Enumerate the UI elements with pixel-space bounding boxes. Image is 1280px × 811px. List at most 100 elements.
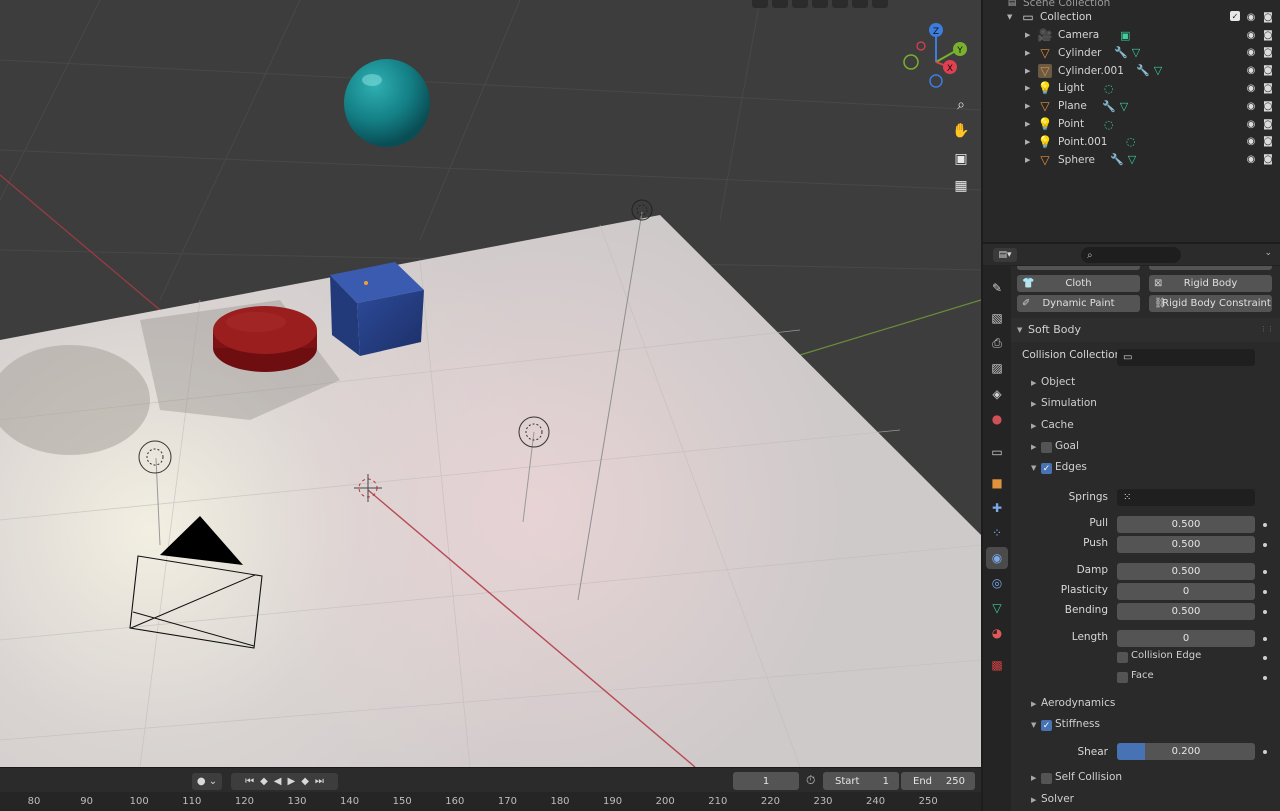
simulation-subpanel[interactable]: Simulation bbox=[1041, 397, 1097, 409]
eye-icon[interactable]: ◉ bbox=[1245, 154, 1257, 166]
eye-icon[interactable]: ◉ bbox=[1245, 47, 1257, 59]
3d-viewport[interactable]: Z Y X ⌕ ✋ ▣ ▦ bbox=[0, 0, 981, 767]
shading-rendered-icon[interactable] bbox=[872, 0, 888, 8]
shading-solid-icon[interactable] bbox=[832, 0, 848, 8]
expand-arrow-icon[interactable]: ▶ bbox=[1031, 379, 1036, 387]
wrench-icon[interactable]: 🔧 bbox=[1102, 100, 1116, 113]
output-tab-icon[interactable]: ⎙ bbox=[986, 332, 1008, 354]
collision-collection-field[interactable]: ▭ bbox=[1117, 349, 1255, 366]
wrench-icon[interactable]: 🔧 bbox=[1110, 153, 1124, 166]
expand-arrow-icon[interactable]: ▶ bbox=[1025, 31, 1030, 39]
render-camera-icon[interactable]: ◙ bbox=[1262, 82, 1274, 94]
mesh-data-icon[interactable]: ▽ bbox=[1120, 100, 1128, 113]
goal-subpanel[interactable]: Goal bbox=[1055, 440, 1079, 452]
object-tab-icon[interactable]: ■ bbox=[986, 472, 1008, 494]
viewport-header-tools[interactable] bbox=[752, 0, 888, 8]
shading-material-icon[interactable] bbox=[852, 0, 868, 8]
jump-end-icon[interactable]: ⏭ bbox=[315, 776, 324, 787]
expand-arrow-icon[interactable]: ▶ bbox=[1031, 443, 1036, 451]
play-reverse-icon[interactable]: ◀ bbox=[274, 776, 282, 787]
keyframe-dot[interactable] bbox=[1263, 523, 1267, 527]
view-layer-tab-icon[interactable]: ▨ bbox=[986, 357, 1008, 379]
collection-checkbox[interactable]: ✓ bbox=[1230, 11, 1240, 21]
select-tool-icon[interactable] bbox=[752, 0, 768, 8]
keyframe-dot[interactable] bbox=[1263, 543, 1267, 547]
collapse-arrow-icon[interactable]: ▼ bbox=[1017, 326, 1022, 334]
current-frame-field[interactable]: 1 bbox=[733, 772, 799, 790]
outliner-item[interactable]: ▶ 🎥 Camera ▣ ◉ ◙ bbox=[983, 26, 1280, 44]
light-data-icon[interactable]: ◌ bbox=[1104, 118, 1114, 131]
render-camera-icon[interactable]: ◙ bbox=[1262, 47, 1274, 59]
end-frame-field[interactable]: End 250 bbox=[901, 772, 975, 790]
goal-checkbox[interactable] bbox=[1041, 442, 1052, 453]
length-field[interactable]: 0 bbox=[1117, 630, 1255, 647]
wrench-icon[interactable]: 🔧 bbox=[1136, 64, 1150, 77]
face-checkbox[interactable] bbox=[1117, 672, 1128, 683]
collision-edge-checkbox[interactable] bbox=[1117, 652, 1128, 663]
expand-arrow-icon[interactable]: ▶ bbox=[1025, 156, 1030, 164]
outliner-item[interactable]: ▶ ▽ Sphere 🔧 ▽ ◉ ◙ bbox=[983, 151, 1280, 169]
expand-arrow-icon[interactable]: ▶ bbox=[1025, 138, 1030, 146]
expand-arrow-icon[interactable]: ▶ bbox=[1031, 400, 1036, 408]
expand-arrow-icon[interactable]: ▶ bbox=[1031, 796, 1036, 804]
expand-arrow-icon[interactable]: ▶ bbox=[1025, 84, 1030, 92]
shear-slider[interactable]: 0.200 bbox=[1117, 743, 1255, 760]
eye-icon[interactable]: ◉ bbox=[1245, 82, 1257, 94]
expand-arrow-icon[interactable]: ▶ bbox=[1031, 700, 1036, 708]
stiffness-checkbox[interactable]: ✓ bbox=[1041, 720, 1052, 731]
object-subpanel[interactable]: Object bbox=[1041, 376, 1075, 388]
keyframe-dot[interactable] bbox=[1263, 590, 1267, 594]
self-collision-subpanel[interactable]: Self Collision bbox=[1055, 771, 1122, 783]
scene-tab-icon[interactable]: ◈ bbox=[986, 383, 1008, 405]
cache-subpanel[interactable]: Cache bbox=[1041, 419, 1074, 431]
rigid-body-button[interactable]: ⊠ Rigid Body bbox=[1149, 275, 1272, 292]
render-camera-icon[interactable]: ◙ bbox=[1262, 29, 1274, 41]
collection-row[interactable]: ▼ ▭ Collection ✓ ◉ ◙ bbox=[983, 8, 1280, 26]
editor-type-icon[interactable]: ▤▾ bbox=[993, 248, 1017, 262]
eye-icon[interactable]: ◉ bbox=[1245, 118, 1257, 130]
collection-tab-icon[interactable]: ▭ bbox=[986, 441, 1008, 463]
outliner-item[interactable]: ▶ 💡 Point.001 ◌ ◉ ◙ bbox=[983, 133, 1280, 151]
keyframe-dot[interactable] bbox=[1263, 750, 1267, 754]
render-camera-icon[interactable]: ◙ bbox=[1262, 100, 1274, 112]
push-field[interactable]: 0.500 bbox=[1117, 536, 1255, 553]
soft-body-panel-header[interactable]: ▼ Soft Body ⋮⋮ bbox=[1011, 318, 1280, 342]
render-tab-icon[interactable]: ▧ bbox=[986, 307, 1008, 329]
damp-field[interactable]: 0.500 bbox=[1117, 563, 1255, 580]
plasticity-field[interactable]: 0 bbox=[1117, 583, 1255, 600]
eye-icon[interactable]: ◉ bbox=[1245, 65, 1257, 77]
overlay-icon[interactable] bbox=[792, 0, 808, 8]
collapse-arrow-icon[interactable]: ▼ bbox=[1031, 464, 1036, 472]
self-collision-checkbox[interactable] bbox=[1041, 773, 1052, 784]
dynamic-paint-button[interactable]: ✐ Dynamic Paint bbox=[1017, 295, 1140, 312]
light-data-icon[interactable]: ◌ bbox=[1104, 82, 1114, 95]
frame-ruler[interactable]: 80 90 100 110 120 130 140 150 160 170 180 190 200 210… bbox=[0, 792, 981, 811]
stiffness-subpanel[interactable]: Stiffness bbox=[1055, 718, 1100, 730]
properties-tabs[interactable]: ✎ ▧ ⎙ ▨ ◈ ● ▭ ■ ✚ ⁘ ◉ ◎ ▽ ◕ ▩ bbox=[983, 266, 1011, 811]
bending-field[interactable]: 0.500 bbox=[1117, 603, 1255, 620]
expand-arrow-icon[interactable]: ▶ bbox=[1031, 774, 1036, 782]
timeline-editor[interactable]: ● ⌄ ⏮ ◆ ◀ ▶ ◆ ⏭ 1 ⏱ Start 1 End 250 80 90… bbox=[0, 767, 981, 811]
outliner-item[interactable]: ▶ ▽ Cylinder.001 🔧 ▽ ◉ ◙ bbox=[983, 61, 1280, 80]
rigid-body-constraint-button[interactable]: ⛓ Rigid Body Constraint bbox=[1149, 295, 1272, 312]
outliner-item[interactable]: ▶ 💡 Light ◌ ◉ ◙ bbox=[983, 79, 1280, 97]
particles-tab-icon[interactable]: ⁘ bbox=[986, 522, 1008, 544]
world-tab-icon[interactable]: ● bbox=[986, 408, 1008, 430]
edges-subpanel[interactable]: Edges bbox=[1055, 461, 1087, 473]
mesh-data-tab-icon[interactable]: ▽ bbox=[986, 597, 1008, 619]
material-tab-icon[interactable]: ◕ bbox=[986, 622, 1008, 644]
expand-arrow-icon[interactable]: ▶ bbox=[1031, 422, 1036, 430]
mesh-data-icon[interactable]: ▽ bbox=[1128, 153, 1136, 166]
render-camera-icon[interactable]: ◙ bbox=[1262, 136, 1274, 148]
drag-handle-icon[interactable]: ⋮⋮ bbox=[1260, 325, 1274, 333]
outliner-panel[interactable]: ▤ Scene Collection ▼ ▭ Collection ✓ ◉ ◙ … bbox=[983, 0, 1280, 242]
playback-controls[interactable]: ⏮ ◆ ◀ ▶ ◆ ⏭ bbox=[231, 773, 338, 790]
search-input[interactable]: ⌕ bbox=[1081, 247, 1181, 263]
keyframe-dot[interactable] bbox=[1263, 637, 1267, 641]
eye-icon[interactable]: ◉ bbox=[1245, 100, 1257, 112]
tool-tab-icon[interactable]: ✎ bbox=[986, 277, 1008, 299]
expand-arrow-icon[interactable]: ▶ bbox=[1025, 120, 1030, 128]
physics-panel[interactable]: 👕 Cloth ⊠ Rigid Body ✐ Dynamic Paint ⛓ R… bbox=[1011, 266, 1280, 811]
transform-gizmo-icon[interactable] bbox=[772, 0, 788, 8]
wrench-icon[interactable]: 🔧 bbox=[1114, 46, 1128, 59]
